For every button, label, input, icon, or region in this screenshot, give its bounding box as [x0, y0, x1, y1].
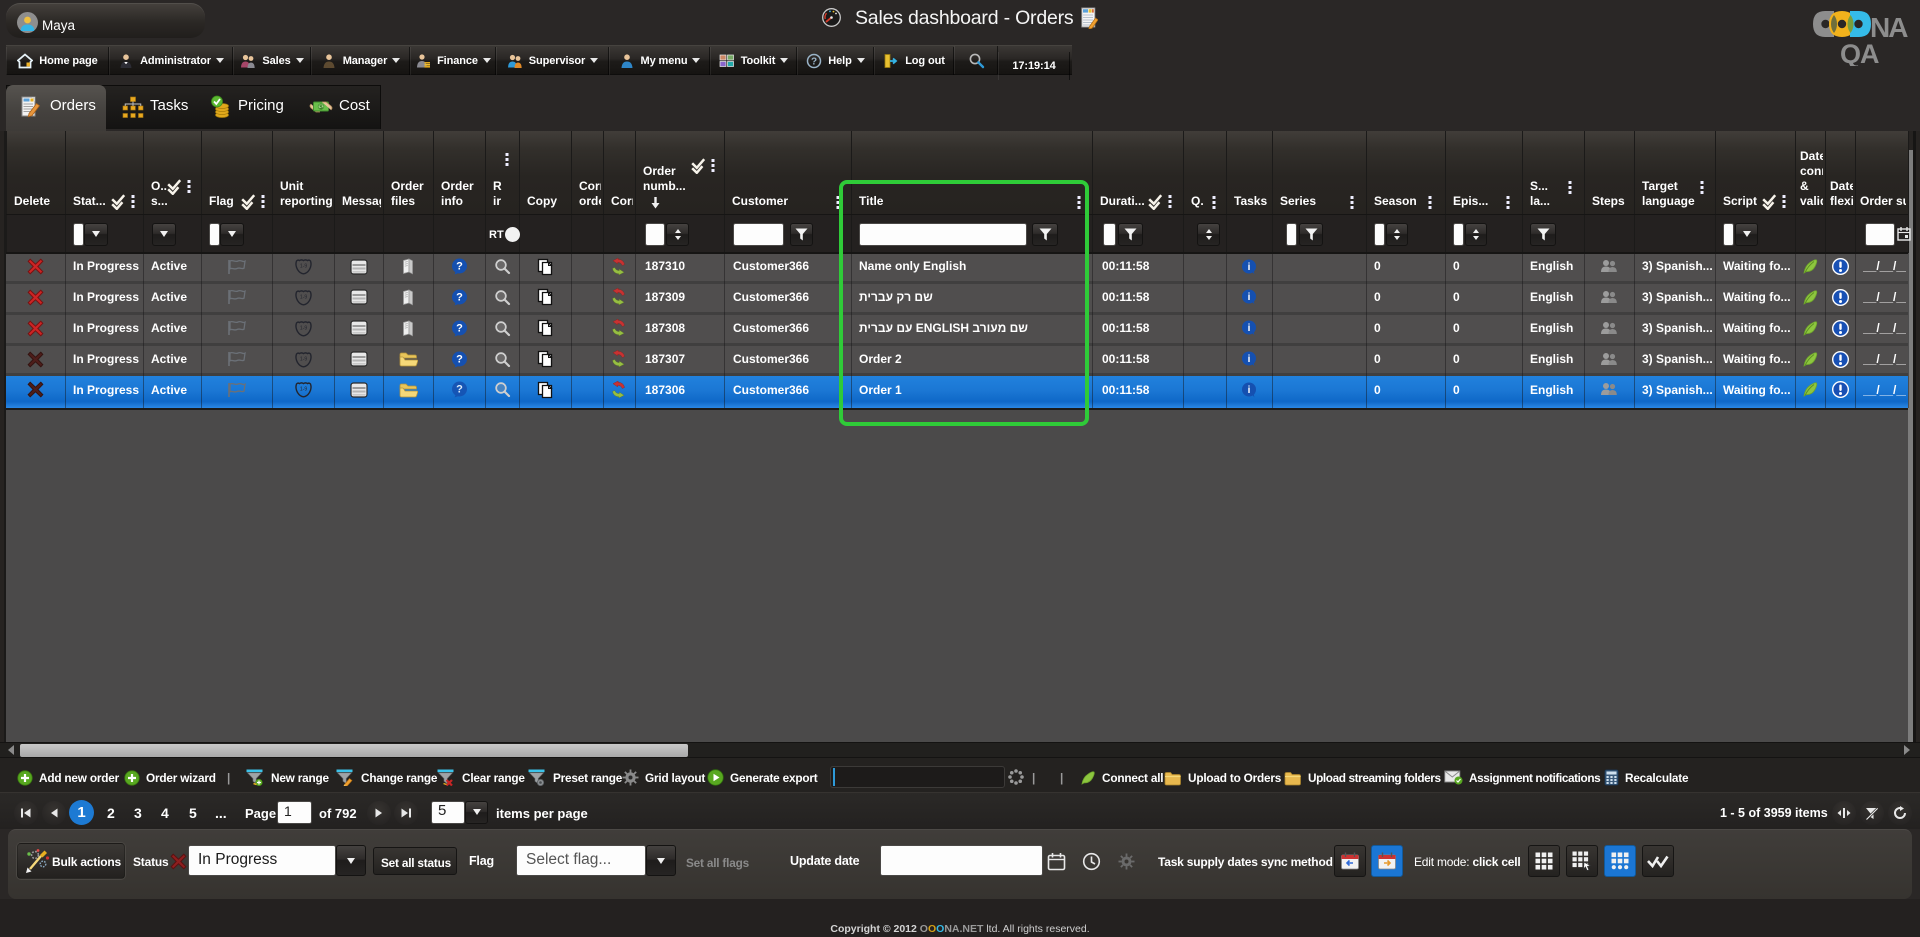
svg-text:?: ? [456, 261, 463, 273]
svg-text:i: i [1248, 354, 1251, 365]
svg-text:1-9: 1-9 [299, 294, 306, 300]
svg-text:1-9: 1-9 [299, 325, 306, 331]
svg-text:1-9: 1-9 [299, 387, 306, 393]
svg-text:i: i [1248, 262, 1251, 273]
svg-text:?: ? [811, 56, 817, 67]
svg-text:?: ? [456, 291, 463, 303]
svg-text:1-9: 1-9 [299, 356, 306, 362]
svg-text:1-9: 1-9 [299, 264, 306, 270]
svg-text:?: ? [456, 353, 463, 365]
svg-text:?: ? [456, 322, 463, 334]
svg-text:i: i [1248, 292, 1251, 303]
svg-text:QA: QA [1840, 39, 1879, 66]
svg-text:i: i [1248, 385, 1251, 396]
svg-text:?: ? [456, 384, 463, 396]
svg-text:i: i [1248, 323, 1251, 334]
